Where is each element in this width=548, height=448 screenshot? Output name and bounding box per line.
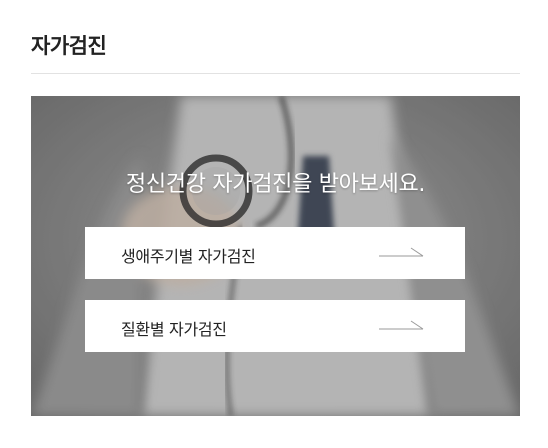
title-divider <box>31 73 520 74</box>
section-title: 자가검진 <box>31 34 107 58</box>
self-check-banner: 정신건강 자가검진을 받아보세요. 생애주기별 자가검진 질환별 자가검진 <box>31 96 520 416</box>
lifecycle-self-check-label: 생애주기별 자가검진 <box>121 247 256 266</box>
disease-self-check-button[interactable]: 질환별 자가검진 <box>85 300 465 352</box>
arrow-right-icon <box>379 247 424 257</box>
arrow-right-icon <box>379 320 424 330</box>
lifecycle-self-check-button[interactable]: 생애주기별 자가검진 <box>85 227 465 279</box>
banner-heading: 정신건강 자가검진을 받아보세요. <box>125 172 426 197</box>
disease-self-check-label: 질환별 자가검진 <box>121 320 227 339</box>
